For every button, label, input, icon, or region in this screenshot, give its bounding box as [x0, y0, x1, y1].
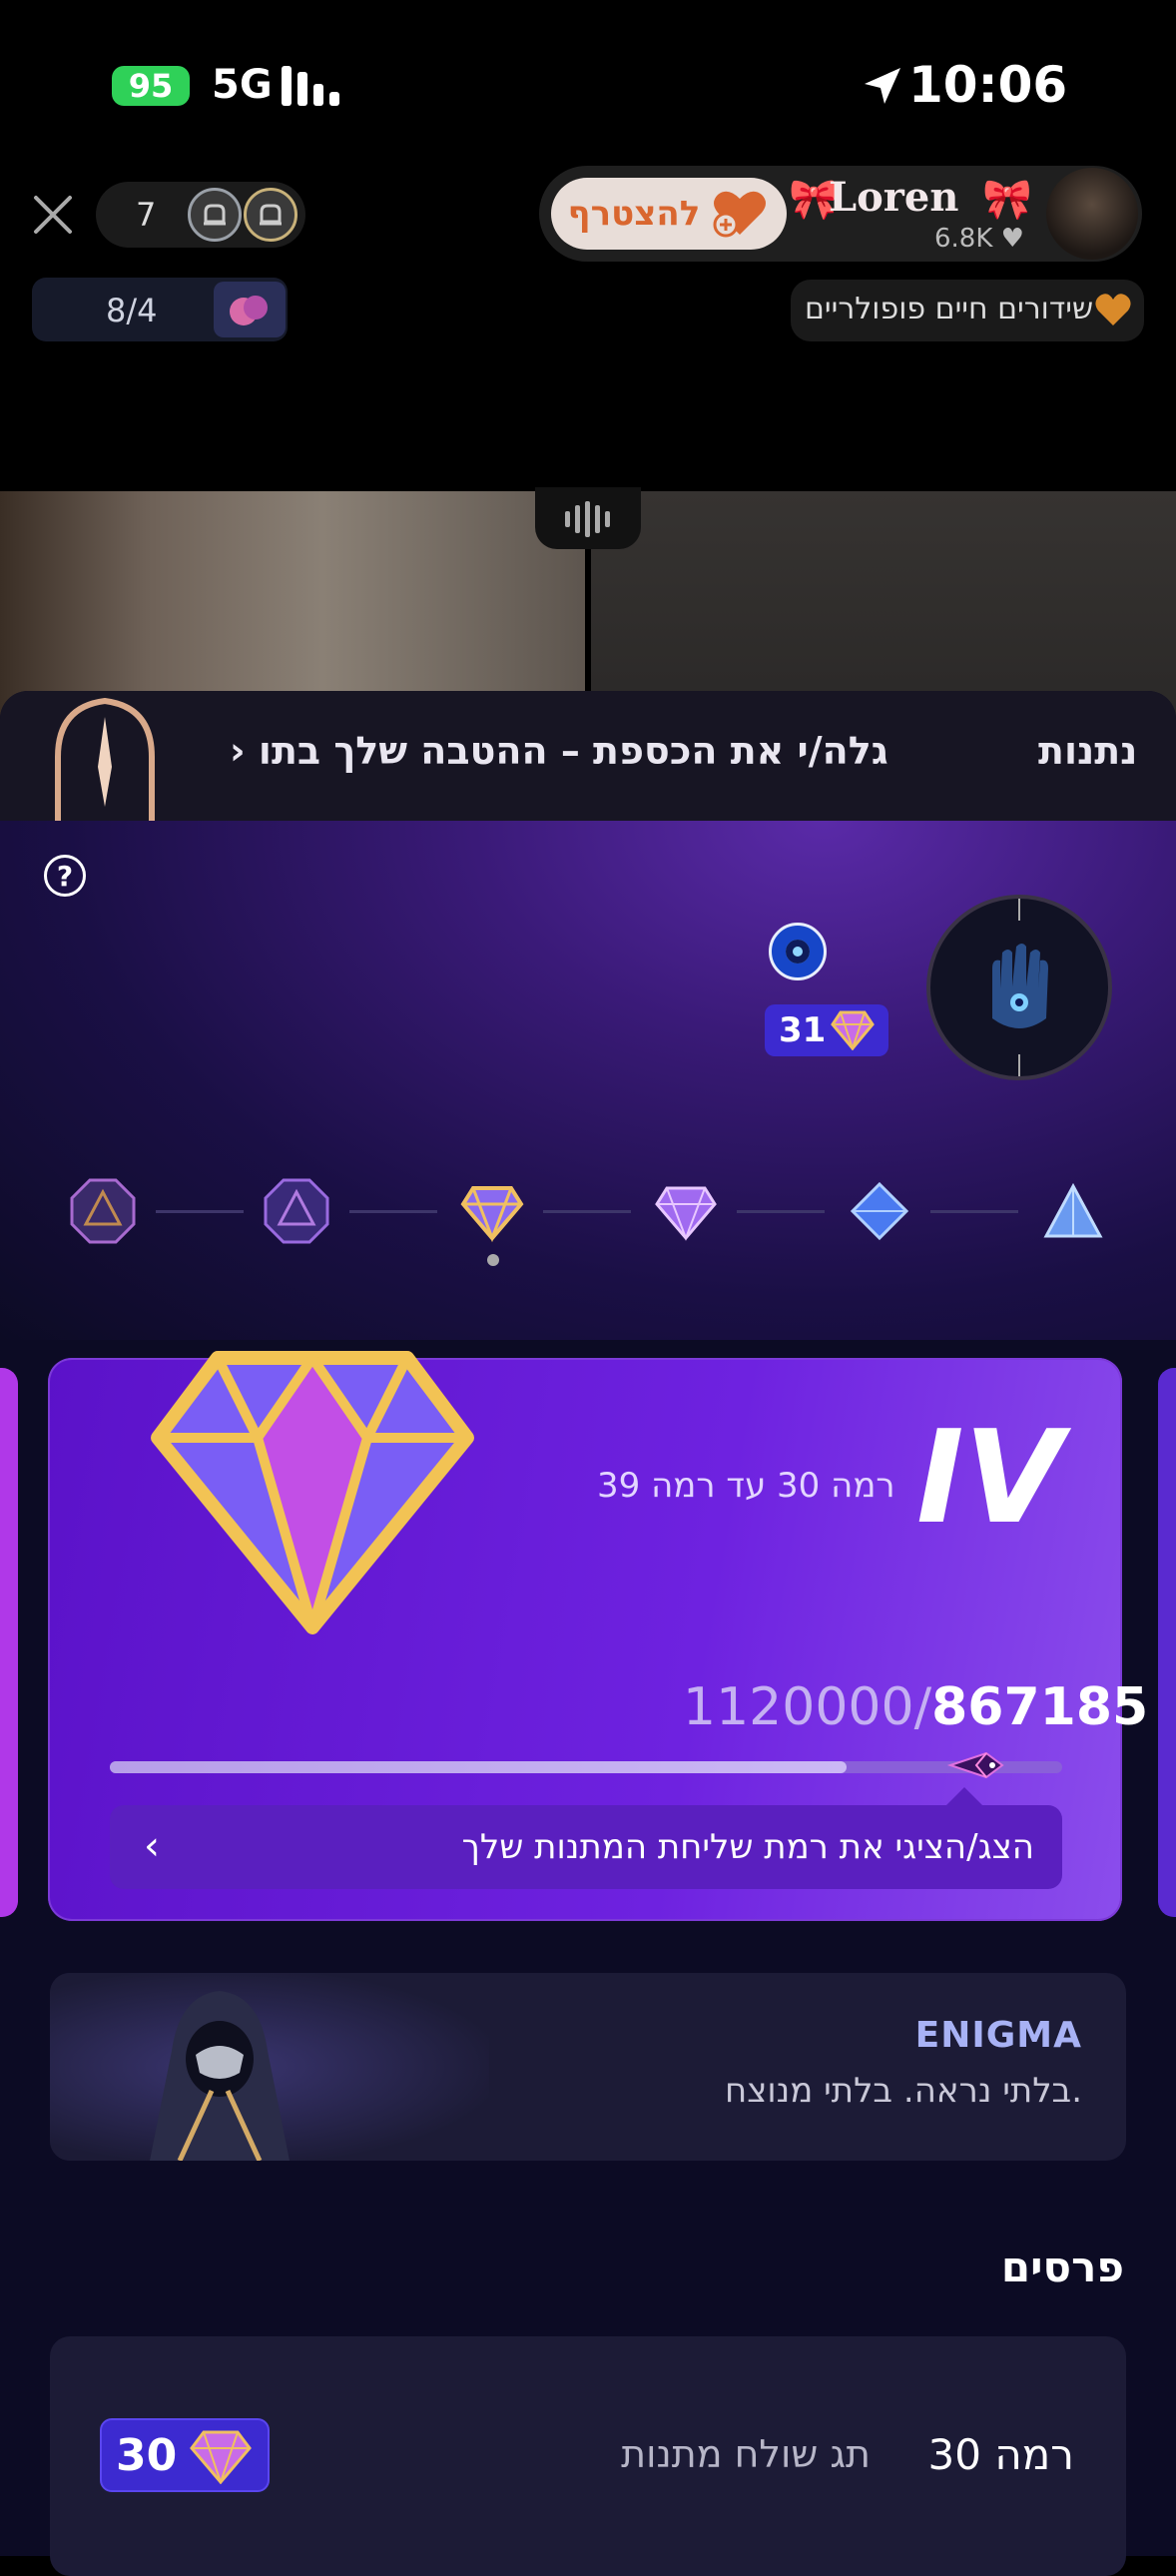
join-label: להצטרף — [567, 194, 701, 234]
prev-card-peek[interactable] — [0, 1368, 18, 1917]
gem-icon — [190, 2430, 252, 2484]
heart-plus-icon — [713, 191, 767, 238]
enigma-title: ENIGMA — [914, 2015, 1082, 2056]
current-level-indicator — [487, 1254, 499, 1266]
pk-progress-badge[interactable]: 8/4 — [32, 278, 288, 341]
signal-icon — [282, 66, 339, 106]
location-arrow-icon — [865, 68, 900, 104]
close-icon[interactable] — [28, 190, 78, 240]
chevron-left-icon: ‹ — [144, 1823, 160, 1869]
host-name: Loren — [829, 174, 959, 221]
avatar-frame[interactable] — [926, 895, 1112, 1080]
evil-eye-icon[interactable] — [769, 923, 827, 980]
popular-label: שידורים חיים פופולריים — [805, 292, 1094, 326]
pk-progress: 8/4 — [106, 292, 158, 329]
progress-text: 1120000/867185 — [683, 1677, 1148, 1737]
rocket-icon — [946, 1751, 1004, 1779]
viewer-count-pill[interactable]: 7 — [96, 182, 305, 248]
join-button[interactable]: להצטרף — [551, 178, 787, 250]
gift-box-icon — [214, 282, 286, 337]
banner-label: גלה/י את הכספת – ההטבה שלך בתו — [258, 729, 888, 773]
display-level-toggle[interactable]: ‹ הצג/הציגי את רמת שליחת המתנות שלך — [110, 1787, 1062, 1889]
clock: 10:06 — [908, 56, 1068, 114]
gem-count-badge: 31 — [765, 1004, 888, 1056]
audio-wave-icon — [565, 501, 610, 537]
battery-level: 95 — [128, 67, 174, 105]
level-card[interactable]: IV רמה 30 עד רמה 39 1120000/867185 ‹ הצג… — [48, 1351, 1148, 1921]
level-octagon-icon[interactable] — [264, 1178, 329, 1244]
rewards-heading: פרסים — [1000, 2243, 1124, 2291]
level-octagon-icon[interactable] — [70, 1178, 136, 1244]
level-connector — [156, 1210, 244, 1213]
level-tier: IV — [916, 1404, 1063, 1553]
display-level-label: הצג/הציגי את רמת שליחת המתנות שלך — [461, 1827, 1034, 1867]
battery-indicator: 95 — [112, 66, 190, 106]
level-connector — [737, 1210, 825, 1213]
banner-chevron: › — [230, 729, 246, 773]
level-track — [0, 1162, 1176, 1282]
level-gem-gold-icon[interactable] — [459, 1178, 525, 1244]
level-gem-large-icon — [151, 1351, 474, 1634]
reward-item[interactable]: רמה 30 תג שולח מתנות 30 — [50, 2336, 1126, 2576]
host-avatar[interactable] — [1046, 168, 1138, 260]
popular-lives-button[interactable]: שידורים חיים פופולריים — [791, 280, 1144, 341]
hamsa-icon — [992, 899, 1048, 1076]
level-connector — [543, 1210, 631, 1213]
progress-current: 867185 — [931, 1677, 1149, 1737]
host-pill[interactable]: להצטרף 🎀 Loren 🎀 6.8K ♥ — [539, 166, 1142, 262]
reward-badge-value: 30 — [116, 2430, 178, 2481]
progress-fill — [110, 1761, 848, 1773]
bow-icon: 🎀 — [982, 177, 1032, 223]
seat-icon — [244, 188, 297, 242]
progress-bar — [110, 1761, 1062, 1773]
level-gem-icon[interactable] — [653, 1178, 719, 1244]
host-likes: 6.8K ♥ — [934, 224, 1024, 254]
banner-side-text: נתנות — [1038, 729, 1138, 773]
status-bar: 95 5G 10:06 — [0, 0, 1176, 170]
heart-icon — [1095, 294, 1131, 325]
network-type: 5G — [212, 62, 273, 108]
next-card-peek[interactable] — [1158, 1368, 1176, 1917]
enigma-subtitle: בלתי נראה. בלתי מנוצח. — [724, 2071, 1082, 2111]
level-range: רמה 30 עד רמה 39 — [597, 1466, 895, 1506]
help-icon[interactable]: ? — [44, 855, 86, 897]
level-connector — [349, 1210, 437, 1213]
reward-badge: 30 — [100, 2418, 270, 2492]
reward-level: רמה 30 — [927, 2430, 1074, 2479]
viewer-count: 7 — [136, 196, 157, 234]
level-triangle-icon[interactable] — [1040, 1178, 1106, 1244]
enigma-card[interactable]: ENIGMA בלתי נראה. בלתי מנוצח. — [50, 1973, 1126, 2161]
gem-count: 31 — [779, 1010, 827, 1050]
seat-icon — [188, 188, 242, 242]
vault-arch-icon — [55, 697, 155, 821]
progress-max: 1120000/ — [683, 1677, 932, 1737]
banner-text: › גלה/י את הכספת – ההטבה שלך בתו — [230, 729, 888, 773]
level-connector — [930, 1210, 1018, 1213]
reward-label: תג שולח מתנות — [621, 2432, 871, 2476]
audio-tab[interactable] — [535, 487, 641, 549]
hooded-figure-icon — [150, 1991, 290, 2161]
level-diamond-icon[interactable] — [847, 1178, 912, 1244]
vault-banner[interactable]: › גלה/י את הכספת – ההטבה שלך בתו נתנות — [0, 691, 1176, 821]
gem-icon — [831, 1010, 875, 1050]
